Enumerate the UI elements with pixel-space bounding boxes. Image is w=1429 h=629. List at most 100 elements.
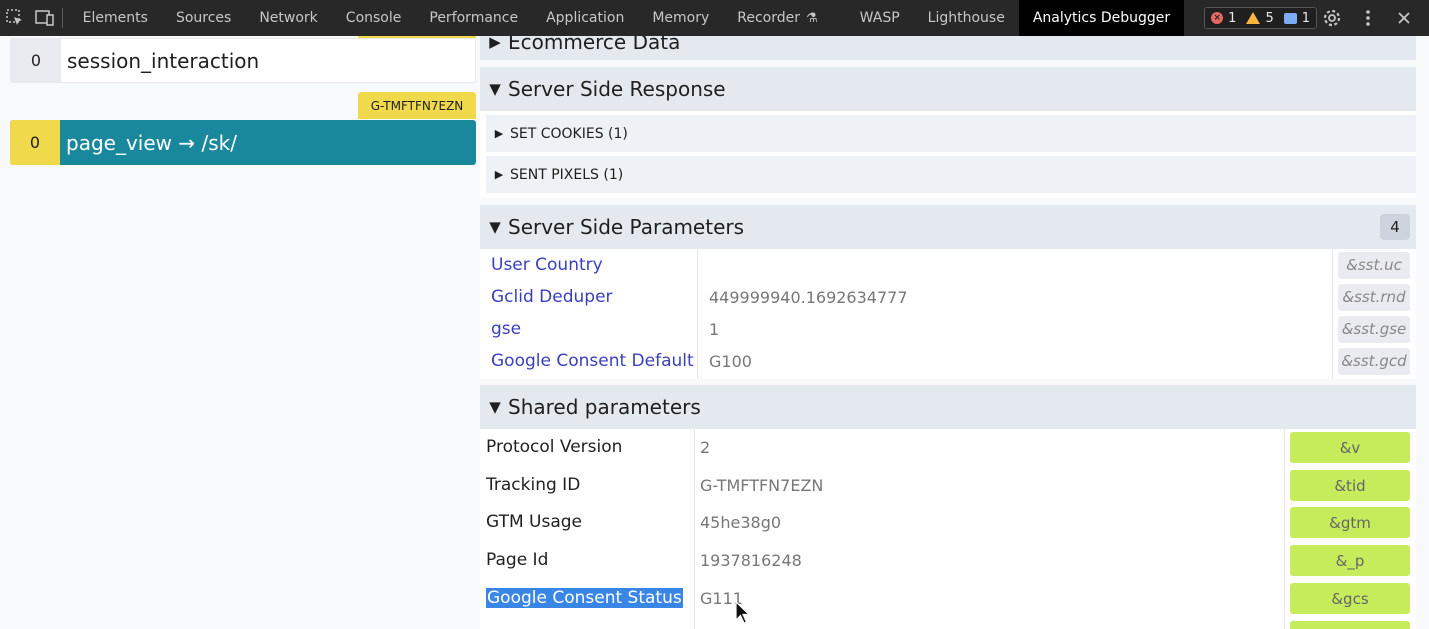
table-row[interactable]: Page Id 1937816248 &_p	[480, 542, 1416, 580]
shared-params-table: Protocol Version 2 &v Tracking ID G-TMFT…	[480, 429, 1416, 629]
param-name: gse	[491, 319, 522, 339]
warning-counter: 5	[1246, 11, 1274, 26]
collapsed-arrow-icon: ▶	[494, 127, 504, 140]
table-row[interactable]: Google Consent Status G111 &gcs	[480, 580, 1416, 618]
param-key-badge: &v	[1290, 432, 1410, 463]
tab-lighthouse[interactable]: Lighthouse	[914, 0, 1019, 36]
table-row[interactable]: Google Consent Default G100 &sst.gcd	[480, 345, 1416, 377]
message-icon	[1283, 12, 1297, 24]
tab-network[interactable]: Network	[245, 0, 331, 36]
event-row-session-interaction[interactable]: 0 session_interaction	[10, 38, 476, 83]
tab-label: Analytics Debugger	[1032, 10, 1171, 26]
tab-label: Performance	[429, 10, 519, 26]
section-title: Ecommerce Data	[508, 36, 681, 54]
sent-pixels-toggle[interactable]: ▶ SENT PIXELS (1)	[486, 156, 1416, 193]
tab-sources[interactable]: Sources	[162, 0, 245, 36]
param-value: 2	[700, 438, 711, 457]
tab-wasp[interactable]: WASP	[846, 0, 914, 36]
table-row[interactable]: Gclid Deduper 449999940.1692634777 &sst.…	[480, 281, 1416, 313]
subsection-title: SET COOKIES (1)	[510, 125, 628, 142]
error-count: 1	[1228, 10, 1237, 26]
param-key-badge: &sst.gse	[1338, 315, 1410, 343]
tab-label: Lighthouse	[927, 10, 1005, 26]
table-row[interactable]: GTM Usage 45he38g0 &gtm	[480, 504, 1416, 542]
expanded-arrow-icon: ▼	[489, 80, 501, 98]
issue-counters[interactable]: × 1 5 1	[1204, 7, 1317, 29]
event-row-page-view[interactable]: 0 page_view → /sk/	[10, 120, 476, 165]
tab-label: Recorder	[737, 10, 801, 26]
tab-label: Network	[259, 10, 318, 26]
param-value: 449999940.1692634777	[709, 287, 908, 307]
section-server-response-header[interactable]: ▼ Server Side Response	[480, 67, 1416, 111]
tab-label: WASP	[859, 10, 900, 26]
expanded-arrow-icon: ▼	[489, 218, 501, 236]
param-name-selected: Google Consent Status	[486, 588, 683, 608]
error-icon: ×	[1211, 12, 1224, 24]
param-name: Google Consent Default	[491, 351, 694, 371]
section-ecommerce-header[interactable]: ▶ Ecommerce Data	[480, 36, 1416, 60]
param-name: Protocol Version	[486, 437, 623, 457]
param-key-badge	[1290, 621, 1410, 629]
event-detail-panel: ▶ Ecommerce Data ▼ Server Side Response …	[478, 36, 1429, 629]
collapsed-arrow-icon: ▶	[494, 168, 504, 181]
event-name: page_view → /sk/	[66, 130, 237, 155]
tab-application[interactable]: Application	[532, 0, 638, 36]
subsection-title: SENT PIXELS (1)	[510, 166, 624, 183]
param-count-badge: 4	[1380, 214, 1410, 240]
flask-icon: ⚗	[806, 10, 818, 26]
param-name: Gclid Deduper	[491, 287, 613, 307]
tab-label: Memory	[652, 10, 710, 26]
tab-analytics-debugger[interactable]: Analytics Debugger	[1018, 0, 1185, 36]
warning-icon	[1246, 12, 1261, 24]
section-server-params-header[interactable]: ▼ Server Side Parameters 4	[480, 205, 1416, 249]
event-list-panel: 0 session_interaction G-TMFTFN7EZN 0 pag…	[0, 36, 478, 629]
table-row[interactable]: gse 1 &sst.gse	[480, 313, 1416, 345]
devtools-tabbar: Elements Sources Network Console Perform…	[0, 0, 1429, 36]
server-params-table: User Country &sst.uc Gclid Deduper 44999…	[480, 249, 1416, 379]
collapsed-arrow-icon: ▶	[489, 36, 501, 51]
param-name: GTM Usage	[486, 512, 582, 532]
toolbar-divider	[61, 8, 63, 28]
set-cookies-toggle[interactable]: ▶ SET COOKIES (1)	[486, 115, 1416, 152]
table-row[interactable]: Protocol Version 2 &v	[480, 429, 1416, 467]
section-title: Shared parameters	[508, 395, 701, 419]
section-title: Server Side Response	[508, 77, 726, 101]
param-key-badge: &tid	[1290, 470, 1410, 501]
param-value: 45he38g0	[700, 513, 782, 532]
mouse-cursor-icon	[735, 601, 751, 624]
tab-memory[interactable]: Memory	[638, 0, 723, 36]
event-count: 0	[10, 120, 60, 165]
tab-label: Elements	[82, 10, 148, 26]
device-toolbar-icon[interactable]	[30, 0, 60, 36]
section-shared-params-header[interactable]: ▼ Shared parameters	[480, 385, 1416, 429]
param-value: G-TMFTFN7EZN	[700, 476, 824, 495]
param-value: G100	[709, 351, 752, 371]
param-value: 1	[709, 319, 720, 339]
tab-console[interactable]: Console	[332, 0, 416, 36]
table-row[interactable]: User Country &sst.uc	[480, 249, 1416, 281]
event-count: 0	[11, 39, 61, 82]
section-title: Server Side Parameters	[508, 215, 745, 239]
settings-gear-icon[interactable]	[1317, 0, 1347, 36]
param-name: Page Id	[486, 550, 549, 570]
param-key-badge: &gcs	[1290, 583, 1410, 614]
error-counter: × 1	[1211, 11, 1236, 26]
more-options-icon[interactable]	[1353, 0, 1383, 36]
param-key-badge: &sst.rnd	[1338, 283, 1410, 311]
tab-elements[interactable]: Elements	[69, 0, 162, 36]
tab-label: Sources	[175, 10, 232, 26]
expanded-arrow-icon: ▼	[489, 398, 501, 416]
param-value: 1937816248	[700, 551, 802, 570]
tab-recorder[interactable]: Recorder ⚗	[723, 0, 831, 36]
param-key-badge: &sst.uc	[1338, 251, 1410, 279]
property-tag: G-TMFTFN7EZN	[358, 92, 476, 119]
tab-label: Application	[546, 10, 625, 26]
inspect-element-icon[interactable]	[0, 0, 30, 36]
param-name: User Country	[491, 255, 603, 275]
param-name: Tracking ID	[486, 475, 581, 495]
table-row[interactable]: Tracking ID G-TMFTFN7EZN &tid	[480, 467, 1416, 505]
close-devtools-icon[interactable]	[1389, 0, 1419, 36]
tab-performance[interactable]: Performance	[415, 0, 532, 36]
event-name: session_interaction	[67, 48, 260, 73]
param-key-badge: &gtm	[1290, 507, 1410, 538]
